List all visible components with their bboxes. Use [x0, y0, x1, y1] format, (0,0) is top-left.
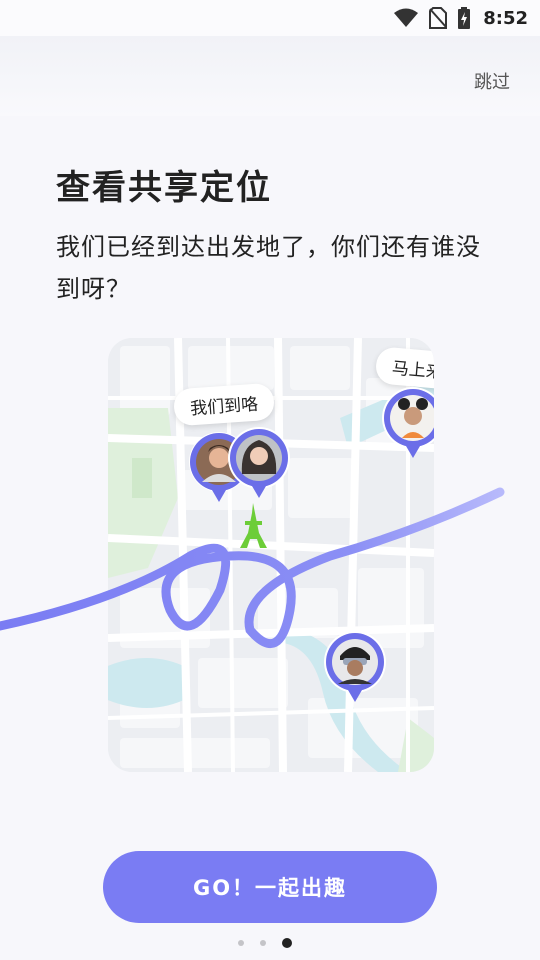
page-indicator	[238, 938, 292, 948]
top-bar	[0, 36, 540, 116]
go-together-button[interactable]: GO！一起出趣	[103, 851, 437, 923]
wifi-icon	[394, 8, 419, 27]
avatar-pin-man-2	[324, 631, 386, 702]
arrived-bubble: 我们到咯	[172, 382, 276, 427]
clock: 8:52	[483, 7, 528, 29]
page-dot-1[interactable]	[238, 940, 244, 946]
map-illustration: 我们到咯 马上来!	[108, 338, 434, 772]
status-icons: 8:52	[393, 6, 528, 30]
page-dot-3-active[interactable]	[282, 938, 292, 948]
battery-charging-icon	[458, 7, 471, 29]
page-subtitle: 我们已经到达出发地了，你们还有谁没到呀？	[56, 233, 481, 303]
skip-button[interactable]: 跳过	[474, 68, 510, 94]
avatar-pin-woman-1	[228, 427, 290, 498]
status-bar: 8:52	[0, 0, 540, 36]
avatar-pin-girl	[382, 387, 434, 458]
page-title: 查看共享定位	[56, 168, 272, 208]
page-dot-2[interactable]	[260, 940, 266, 946]
no-sim-icon	[429, 7, 448, 29]
